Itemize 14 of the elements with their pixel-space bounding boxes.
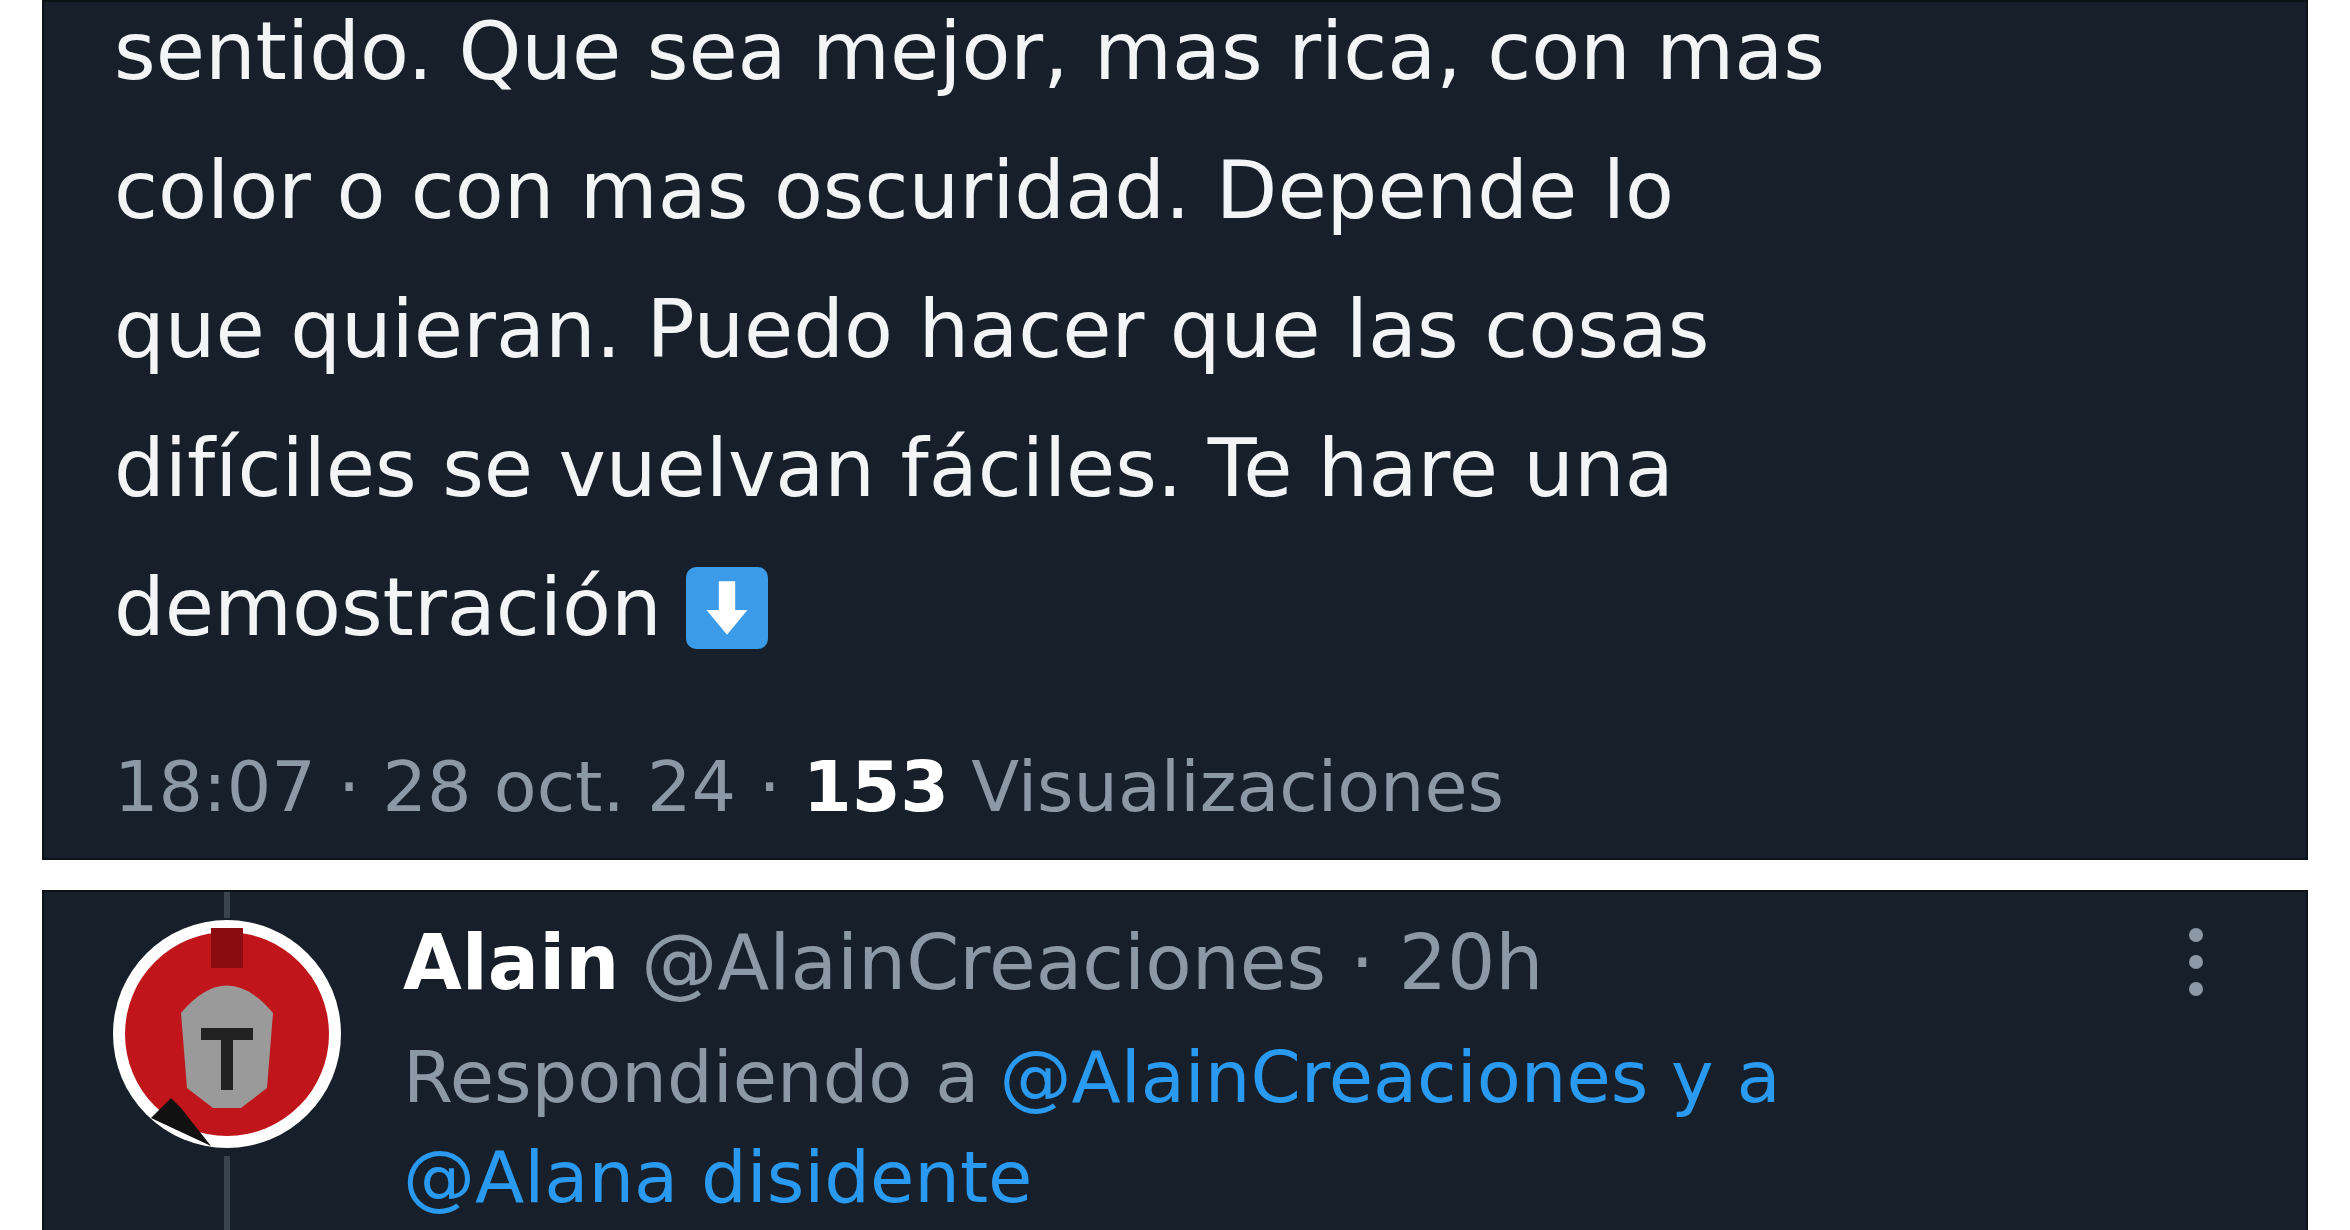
tweet-text: demostración — [114, 560, 662, 656]
user-name[interactable]: Alain — [403, 917, 620, 1007]
tweet-text: que quieran. Puedo hacer que las cosas — [114, 282, 1710, 378]
avatar-icon — [111, 918, 343, 1150]
user-handle: @AlainCreaciones · 20h — [641, 917, 1544, 1007]
tweet-text: difíciles se vuelvan fáciles. Te hare una — [114, 421, 1674, 517]
more-options-icon[interactable] — [2186, 927, 2206, 997]
tweet-text: sentido. Que sea mejor, mas rica, con mas — [114, 4, 1825, 100]
mention-link[interactable]: @Alana disidente — [403, 1127, 1033, 1227]
arrow-down-icon — [685, 566, 768, 649]
tweet-meta: 18:07 · 28 oct. 24 · 153 Visualizaciones — [114, 745, 1505, 830]
mention-link[interactable]: @AlainCreaciones y a — [999, 1027, 1781, 1127]
replying-label: Respondiendo a — [403, 1034, 980, 1121]
tweet-text: color o con mas oscuridad. Depende lo — [114, 143, 1674, 239]
